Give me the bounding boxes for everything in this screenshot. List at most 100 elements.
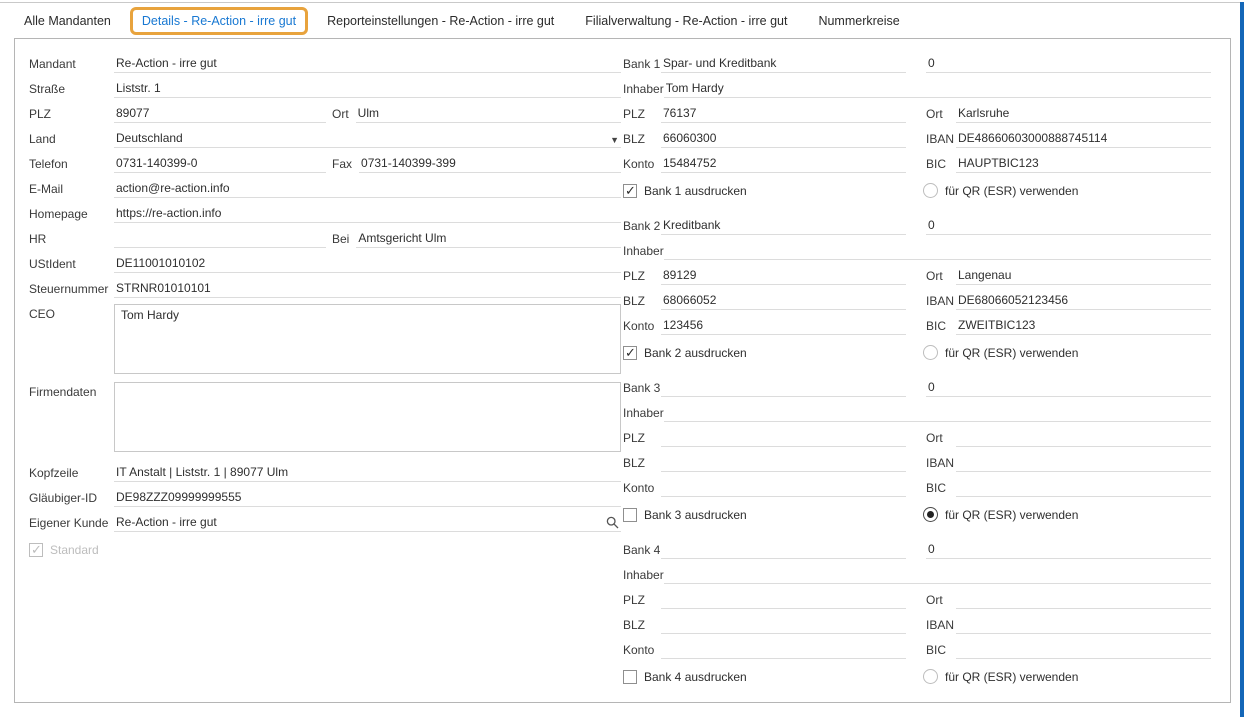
bank-3-qr-label: für QR (ESR) verwenden [945,508,1078,522]
bank-3-konto-bic-row: Konto BIC [623,475,1211,500]
bank-4-ort-field[interactable] [956,592,1211,609]
bank-2-code-field[interactable]: 0 [926,218,1211,235]
ustident-field[interactable]: DE11001010102 [114,256,621,273]
tab-details-active[interactable]: Details - Re-Action - irre gut [130,7,308,35]
mandant-row: Mandant Re-Action - irre gut [29,51,621,76]
bank-1-bic-field[interactable]: HAUPTBIC123 [956,156,1211,173]
bank-2-iban-field[interactable]: DE68066052123456 [956,293,1211,310]
inhaber-label: Inhaber [623,568,664,584]
telefon-field[interactable]: 0731-140399-0 [114,156,326,173]
bank-1-code-field[interactable]: 0 [926,56,1211,73]
bank-1-inhaber-row: Inhaber Tom Hardy [623,76,1211,101]
bank-4-plz-field[interactable] [661,592,906,609]
firmendaten-label: Firmendaten [29,382,114,401]
bank-3-qr-radio[interactable] [923,507,938,522]
bank-2-print-group: Bank 2 ausdrucken [623,346,747,360]
strasse-field[interactable]: Liststr. 1 [114,81,621,98]
tab-reporteinstellungen[interactable]: Reporteinstellungen - Re-Action - irre g… [327,14,554,28]
hr-field[interactable] [114,231,326,248]
chevron-down-icon[interactable]: ▼ [610,135,619,145]
bank-3-plz-field[interactable] [661,430,906,447]
bank-4-print-label: Bank 4 ausdrucken [644,670,747,684]
bank-3-options-row: Bank 3 ausdrucken für QR (ESR) verwenden [623,502,1211,527]
tab-filialverwaltung[interactable]: Filialverwaltung - Re-Action - irre gut [585,14,787,28]
bank-4-qr-radio[interactable] [923,669,938,684]
bank-3-bic-field[interactable] [956,480,1211,497]
steuernummer-field[interactable]: STRNR01010101 [114,281,621,298]
land-select[interactable]: Deutschland ▼ [114,131,621,148]
bank-3-code-field[interactable]: 0 [926,380,1211,397]
bank-2-konto-field[interactable]: 123456 [661,318,906,335]
telefon-label: Telefon [29,157,114,173]
bank-4-iban-field[interactable] [956,617,1211,634]
ort-field[interactable]: Ulm [356,106,621,123]
bank-4-bic-field[interactable] [956,642,1211,659]
bank-3-inhaber-row: Inhaber [623,400,1211,425]
glaeubiger-id-row: Gläubiger-ID DE98ZZZ09999999555 [29,485,621,510]
inhaber-label: Inhaber [623,82,664,98]
bank-4-name-field[interactable] [661,542,906,559]
firmendaten-textarea[interactable] [114,382,621,452]
bank-3-blz-field[interactable] [661,455,906,472]
banks-form: Bank 1 Spar- und Kreditbank 0 Inhaber To… [623,51,1211,699]
bank-2-qr-label: für QR (ESR) verwenden [945,346,1078,360]
bank-4-blz-field[interactable] [661,617,906,634]
email-label: E-Mail [29,182,114,198]
bank-4-code-field[interactable]: 0 [926,542,1211,559]
tab-nummerkreise[interactable]: Nummerkreise [818,14,899,28]
bank-2-qr-radio[interactable] [923,345,938,360]
bic-label: BIC [926,643,956,659]
bank-1-ort-field[interactable]: Karlsruhe [956,106,1211,123]
eigener-kunde-field[interactable]: Re-Action - irre gut [114,515,621,532]
bei-field[interactable]: Amtsgericht Ulm [356,231,621,248]
ceo-textarea[interactable]: Tom Hardy [114,304,621,374]
standard-checkbox [29,543,43,557]
bank-1-qr-radio[interactable] [923,183,938,198]
bank-1-konto-field[interactable]: 15484752 [661,156,906,173]
search-icon[interactable] [606,516,619,529]
standard-row: Standard [29,537,621,562]
kopfzeile-label: Kopfzeile [29,466,114,482]
bank-3-ort-field[interactable] [956,430,1211,447]
kopfzeile-field[interactable]: IT Anstalt | Liststr. 1 | 89077 Ulm [114,465,621,482]
bank-1-iban-field[interactable]: DE48660603000888745114 [956,131,1211,148]
bank-4-konto-field[interactable] [661,642,906,659]
bank-4-label: Bank 4 [623,543,661,559]
bank-2-ort-field[interactable]: Langenau [956,268,1211,285]
plz-field[interactable]: 89077 [114,106,326,123]
email-field[interactable]: action@re-action.info [114,181,621,198]
bank-2-name-field[interactable]: Kreditbank [661,218,906,235]
bank-1-print-checkbox[interactable] [623,184,637,198]
bank-2-print-checkbox[interactable] [623,346,637,360]
bank-1-qr-group: für QR (ESR) verwenden [923,183,1211,198]
bank-3-print-checkbox[interactable] [623,508,637,522]
bank-4-print-checkbox[interactable] [623,670,637,684]
bank-4-inhaber-row: Inhaber [623,562,1211,587]
bank-3-name-field[interactable] [661,380,906,397]
bank-1-inhaber-field[interactable]: Tom Hardy [664,81,1211,98]
bank-2-inhaber-field[interactable] [664,243,1211,260]
bank-2-label: Bank 2 [623,219,661,235]
bank-3-konto-field[interactable] [661,480,906,497]
hr-bei-row: HR Bei Amtsgericht Ulm [29,226,621,251]
homepage-field[interactable]: https://re-action.info [114,206,621,223]
plz-label: PLZ [29,107,114,123]
bank-4-name-row: Bank 4 0 [623,537,1211,562]
bank-1-plz-field[interactable]: 76137 [661,106,906,123]
bank-3-iban-field[interactable] [956,455,1211,472]
bic-label: BIC [926,319,956,335]
fax-field[interactable]: 0731-140399-399 [359,156,621,173]
bank-3-inhaber-field[interactable] [664,405,1211,422]
bank-2-blz-field[interactable]: 68066052 [661,293,906,310]
mandant-field[interactable]: Re-Action - irre gut [114,56,621,73]
bank-1-name-field[interactable]: Spar- und Kreditbank [661,56,906,73]
glaeubiger-id-field[interactable]: DE98ZZZ09999999555 [114,490,621,507]
bank-1-blz-field[interactable]: 66060300 [661,131,906,148]
tab-alle-mandanten[interactable]: Alle Mandanten [24,14,111,28]
bank-4-blz-iban-row: BLZ IBAN [623,612,1211,637]
bank-2-plz-field[interactable]: 89129 [661,268,906,285]
plz-label: PLZ [623,593,661,609]
bank-4-inhaber-field[interactable] [664,567,1211,584]
bank-2-bic-field[interactable]: ZWEITBIC123 [956,318,1211,335]
telefon-fax-row: Telefon 0731-140399-0 Fax 0731-140399-39… [29,151,621,176]
